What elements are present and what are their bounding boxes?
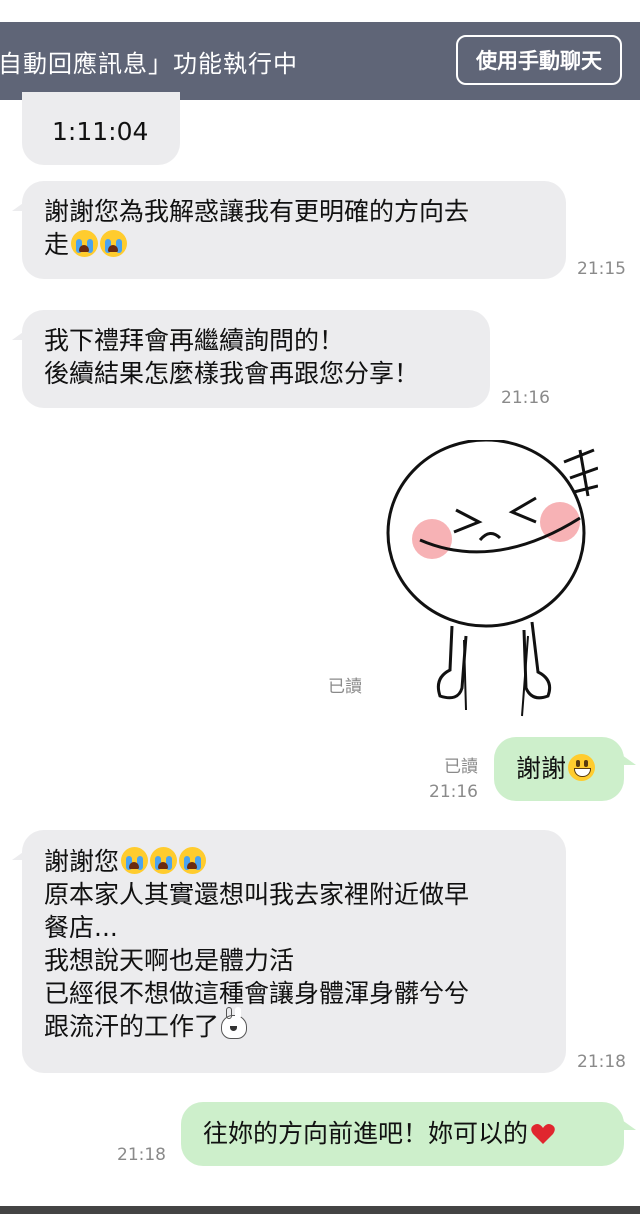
message-text: 往妳的方向前進吧！妳可以的	[203, 1119, 529, 1148]
bubble-tail	[622, 1120, 636, 1130]
incoming-message-bubble[interactable]: 1:11:04	[22, 92, 180, 165]
message-text: 1:11:04	[52, 117, 149, 146]
message-text: 我下禮拜會再繼續詢問的！	[44, 326, 345, 355]
read-receipt: 已讀	[444, 757, 478, 777]
message-timestamp: 21:15	[577, 259, 626, 279]
message-timestamp: 21:18	[577, 1052, 626, 1072]
message-text: 後續結果怎麼樣我會再跟您分享！	[44, 359, 420, 388]
message-text: 原本家人其實還想叫我去家裡附近做早	[44, 880, 470, 909]
bubble-tail	[12, 850, 26, 860]
message-text: 謝謝您	[44, 847, 120, 876]
message-text: 已經很不想做這種會讓身體渾身髒兮兮	[44, 979, 470, 1008]
incoming-message-bubble[interactable]: 謝謝您 原本家人其實還想叫我去家裡附近做早 餐店... 我想說天啊也是體力活 已…	[12, 830, 566, 1073]
message-timestamp: 21:16	[501, 388, 550, 408]
message-timestamp: 21:18	[117, 1145, 166, 1165]
message-timestamp: 21:16	[429, 782, 478, 802]
bunny-emoji	[221, 1007, 248, 1039]
incoming-message-bubble[interactable]: 我下禮拜會再繼續詢問的！ 後續結果怎麼樣我會再跟您分享！	[12, 310, 490, 408]
crying-face-emoji	[150, 847, 178, 874]
bottom-edge-bar	[0, 1206, 640, 1214]
outgoing-message-bubble[interactable]: 往妳的方向前進吧！妳可以的	[181, 1102, 636, 1166]
crying-face-emoji	[121, 847, 149, 874]
auto-reply-status-text: 自動回應訊息」功能執行中	[0, 50, 298, 78]
bubble-tail	[12, 330, 26, 340]
crying-face-emoji	[71, 230, 99, 257]
crying-face-emoji	[100, 230, 128, 257]
incoming-message-bubble[interactable]: 謝謝您為我解惑讓我有更明確的方向去 走	[12, 181, 566, 279]
manual-chat-button[interactable]: 使用手動聊天	[456, 35, 622, 85]
message-text: 我想說天啊也是體力活	[44, 946, 295, 975]
message-text: 走	[44, 230, 70, 259]
red-heart-emoji	[530, 1121, 556, 1145]
message-text: 餐店...	[44, 913, 118, 942]
outgoing-message-bubble[interactable]: 謝謝	[494, 737, 636, 801]
status-bar-strip	[0, 0, 640, 22]
message-text: 謝謝	[516, 754, 567, 783]
bubble-tail	[622, 755, 636, 765]
message-text: 跟流汗的工作了	[44, 1012, 220, 1041]
message-text: 謝謝您為我解惑讓我有更明確的方向去	[44, 197, 470, 226]
bubble-tail	[12, 201, 26, 211]
auto-reply-banner: 自動回應訊息」功能執行中 使用手動聊天	[0, 22, 640, 100]
grinning-face-emoji	[568, 754, 596, 781]
crying-face-emoji	[179, 847, 207, 874]
laughing-moon-character-sticker[interactable]	[384, 440, 598, 720]
read-receipt: 已讀	[328, 677, 362, 697]
